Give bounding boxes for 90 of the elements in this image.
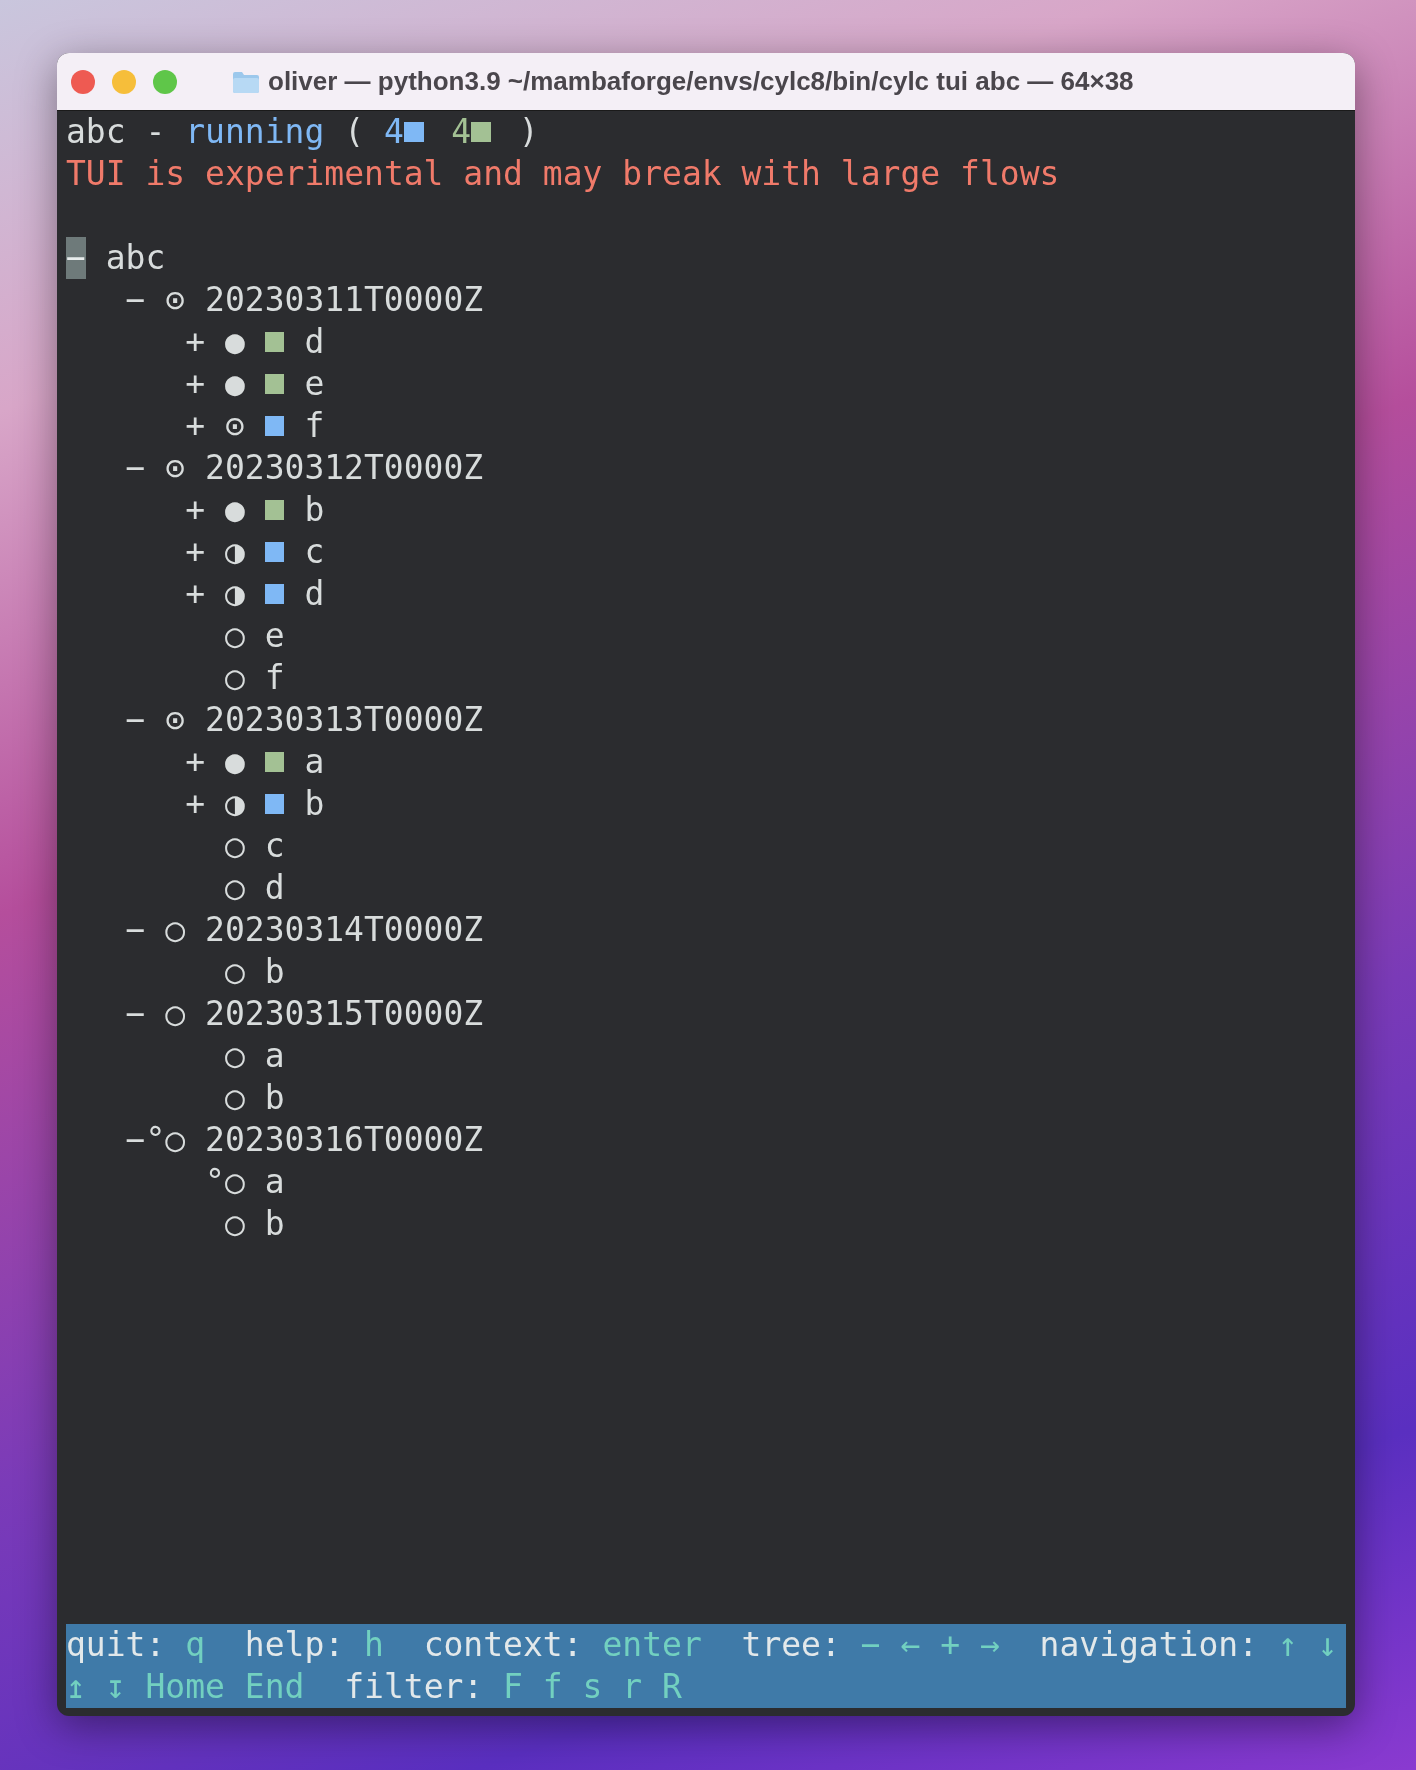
cycle-point[interactable]: 20230311T0000Z [205,279,484,321]
separator: - [145,111,166,153]
expand-toggle[interactable]: + [185,531,206,573]
expand-toggle[interactable]: + [185,573,206,615]
expand-toggle[interactable]: + [185,783,206,825]
task-name[interactable]: b [304,783,325,825]
expand-toggle[interactable]: + [185,405,206,447]
task-name[interactable]: a [304,741,325,783]
folder-icon [232,69,260,94]
state-icon: ○ [165,910,186,949]
hint-label: help: [244,1625,345,1664]
task-name[interactable]: b [304,489,325,531]
hint-label: quit: [66,1625,166,1664]
minimize-icon[interactable] [112,69,136,94]
held-marker: ° [205,1161,225,1203]
expand-toggle[interactable]: + [185,741,206,783]
state-icon: ○ [224,952,245,991]
state-icon: ⊙ [165,448,186,487]
hint-keys: ↑ ↓ [1277,1625,1338,1664]
state-icon: ○ [224,1162,245,1201]
hint-keys: ↥ ↧ Home End [66,1667,305,1706]
task-name[interactable]: d [264,867,285,909]
workflow-name[interactable]: abc [105,237,166,279]
task-name[interactable]: e [264,615,285,657]
task-name[interactable]: e [304,363,325,405]
paren: ( [344,111,364,153]
state-icon: ⊙ [224,406,245,445]
expand-toggle[interactable]: − [125,699,146,741]
state-icon: ⊙ [165,700,186,739]
task-name[interactable]: f [264,657,285,699]
task-name[interactable]: a [264,1161,285,1203]
cycle-point[interactable]: 20230315T0000Z [205,993,484,1035]
cycle-point[interactable]: 20230314T0000Z [205,909,484,951]
expand-toggle[interactable]: − [125,447,146,489]
cycle-point[interactable]: 20230316T0000Z [205,1119,484,1161]
cycle-point[interactable]: 20230312T0000Z [205,447,484,489]
state-icon: ◑ [224,532,245,571]
paren: ) [518,111,539,153]
task-name[interactable]: c [304,531,325,573]
expand-toggle[interactable]: − [125,993,146,1035]
state-icon: ○ [224,868,245,907]
task-name[interactable]: c [264,825,285,867]
task-name[interactable]: d [304,321,325,363]
state-icon: ○ [224,826,245,865]
expand-toggle[interactable]: − [125,909,146,951]
hint-keys: q [185,1625,206,1664]
task-name[interactable]: b [264,1203,285,1245]
expand-toggle[interactable]: + [185,489,206,531]
close-icon[interactable] [71,69,95,94]
expand-toggle[interactable]: − [125,1119,146,1161]
task-name[interactable]: b [264,951,285,993]
task-name[interactable]: a [264,1035,285,1077]
state-icon: ⊙ [165,280,186,319]
hint-keys: h [364,1625,384,1664]
hint-keys: − ← + → [860,1625,1000,1664]
state-icon: ○ [165,1120,186,1159]
workflow-name: abc [66,111,126,153]
held-marker: ° [145,1119,166,1161]
hint-label: context: [423,1625,583,1664]
cycle-point[interactable]: 20230313T0000Z [205,699,484,741]
expand-toggle[interactable]: + [185,321,206,363]
state-icon: ○ [224,1204,245,1243]
window-title: oliver — python3.9 ~/mambaforge/envs/cylc8/bin/cylc tui abc — 64×38 [268,66,1134,97]
expand-toggle[interactable]: − [66,237,86,279]
hint-label: tree: [741,1625,841,1664]
expand-toggle[interactable]: + [185,363,206,405]
task-name[interactable]: f [304,405,325,447]
task-count: 4 [383,111,404,153]
expand-toggle[interactable]: − [125,279,146,321]
zoom-icon[interactable] [153,69,177,94]
state-icon: ● [224,322,245,361]
state-icon: ○ [165,994,186,1033]
task-name[interactable]: b [264,1077,285,1119]
state-icon: ● [224,364,245,403]
state-icon: ○ [224,658,245,697]
hint-label: filter: [344,1667,484,1706]
task-count: 4 [451,111,472,153]
state-icon: ● [224,490,245,529]
warning-message: TUI is experimental and may break with large flows [66,153,1060,195]
hint-label: navigation: [1039,1625,1259,1664]
state-icon: ○ [224,1078,245,1117]
hint-keys: enter [602,1625,702,1664]
workflow-status: running [185,111,325,153]
state-icon: ● [224,742,245,781]
task-name[interactable]: d [304,573,325,615]
state-icon: ○ [224,1036,245,1075]
hint-keys: F f s r R [503,1667,682,1706]
state-icon: ○ [224,616,245,655]
state-icon: ◑ [224,784,245,823]
state-icon: ◑ [224,574,245,613]
